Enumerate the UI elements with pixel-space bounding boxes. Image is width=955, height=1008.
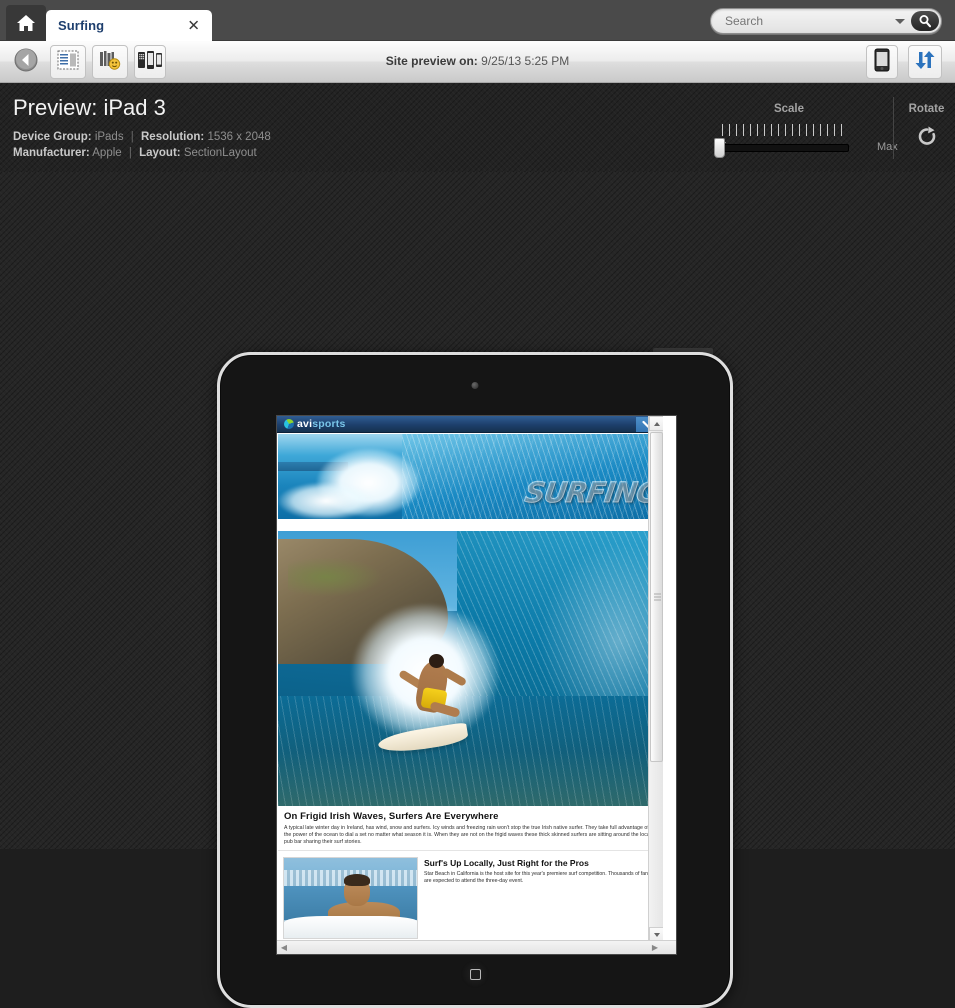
- tab-label: Surfing: [58, 18, 105, 33]
- site-logo-text: avisports: [297, 418, 346, 430]
- device-group-value: iPads: [94, 131, 124, 143]
- manufacturer-label: Manufacturer:: [13, 147, 90, 159]
- refresh-sync-button[interactable]: [908, 45, 942, 79]
- article-secondary-title[interactable]: Surf's Up Locally, Just Right for the Pr…: [424, 858, 656, 868]
- device-preview-stage: avisports SURFING On Frigid Irish Waves,…: [0, 172, 955, 1008]
- close-icon[interactable]: ✕: [187, 18, 200, 33]
- refresh-sync-icon: [913, 49, 937, 76]
- layout-value: SectionLayout: [183, 147, 257, 159]
- site-logo[interactable]: avisports: [284, 418, 346, 430]
- article-secondary-photo: [283, 857, 418, 939]
- rotate-clockwise-icon[interactable]: [898, 125, 955, 147]
- horizontal-scrollbar[interactable]: ◀ ▶: [277, 940, 676, 954]
- preview-info-panel: Preview: iPad 3 Device Group: iPads | Re…: [0, 83, 955, 172]
- device-group-label: Device Group:: [13, 131, 92, 143]
- photo-man-hair: [344, 874, 370, 886]
- resolution-label: Resolution:: [141, 131, 205, 143]
- mobile-device-button[interactable]: [866, 45, 898, 79]
- rotate-control: Rotate: [898, 83, 955, 172]
- article-primary-body: A typical late winter day in Ireland, ha…: [284, 825, 651, 845]
- article-primary-title[interactable]: On Frigid Irish Waves, Surfers Are Every…: [284, 811, 656, 822]
- scroll-right-arrow[interactable]: ▶: [648, 941, 662, 954]
- scale-slider-thumb[interactable]: [714, 138, 725, 158]
- site-header: avisports: [277, 416, 663, 433]
- site-preview-time: 9/25/13 5:25 PM: [481, 54, 570, 68]
- logo-sports: sports: [312, 418, 346, 430]
- search-input[interactable]: [725, 14, 893, 28]
- meta-separator: |: [130, 131, 134, 143]
- chevron-down-icon[interactable]: [895, 18, 905, 24]
- scale-max-label: Max: [877, 141, 898, 153]
- vertical-scrollbar-thumb[interactable]: [650, 432, 663, 762]
- scrollbar-grip: [654, 593, 661, 601]
- panel-divider: [893, 97, 894, 159]
- meta-line-1: Device Group: iPads | Resolution: 1536 x…: [13, 131, 271, 143]
- device-screen: avisports SURFING On Frigid Irish Waves,…: [276, 415, 677, 955]
- ipad-device-frame: avisports SURFING On Frigid Irish Waves,…: [217, 352, 733, 1008]
- resolution-value: 1536 x 2048: [207, 131, 271, 143]
- scale-control: Scale Min Max: [694, 83, 898, 172]
- hero-wordmark: SURFING: [522, 476, 661, 510]
- logo-avi: avi: [297, 418, 313, 430]
- site-hero-banner: SURFING: [278, 434, 662, 519]
- action-toolbar: Site preview on: 9/25/13 5:25 PM: [0, 41, 955, 83]
- scale-slider-track[interactable]: [717, 144, 849, 152]
- hero-wave-foam: [278, 474, 398, 519]
- site-viewport: avisports SURFING On Frigid Irish Waves,…: [277, 416, 663, 942]
- globe-icon: [284, 419, 294, 429]
- search-box[interactable]: [710, 8, 942, 34]
- rotate-title: Rotate: [908, 103, 945, 115]
- home-button[interactable]: [6, 5, 46, 41]
- meta-line-2: Manufacturer: Apple | Layout: SectionLay…: [13, 147, 257, 159]
- site-preview-label: Site preview on:: [385, 54, 478, 68]
- tab-surfing[interactable]: Surfing ✕: [46, 10, 212, 41]
- manufacturer-value: Apple: [92, 147, 122, 159]
- site-preview-status: Site preview on: 9/25/13 5:25 PM: [0, 54, 955, 68]
- photo-surfer-head: [429, 654, 444, 668]
- meta-separator: |: [128, 147, 132, 159]
- article-primary: On Frigid Irish Waves, Surfers Are Every…: [278, 808, 662, 846]
- mobile-device-icon: [874, 48, 890, 77]
- home-icon: [16, 14, 36, 32]
- layout-label: Layout:: [139, 147, 181, 159]
- device-home-button[interactable]: [461, 960, 489, 988]
- browser-tab-bar: Surfing ✕: [0, 0, 955, 41]
- front-camera-icon: [471, 382, 479, 389]
- vertical-scrollbar[interactable]: [648, 416, 663, 942]
- page-title: Preview: iPad 3: [13, 95, 166, 120]
- photo-board: [284, 916, 417, 938]
- scroll-up-arrow[interactable]: [649, 416, 663, 431]
- article-secondary-body: Star Beach in California is the host sit…: [424, 871, 651, 884]
- feature-photo-surfer: [278, 531, 662, 806]
- article-secondary: Surf's Up Locally, Just Right for the Pr…: [278, 850, 662, 942]
- scroll-left-arrow[interactable]: ◀: [277, 941, 291, 954]
- search-icon[interactable]: [911, 11, 939, 31]
- article-secondary-text: Surf's Up Locally, Just Right for the Pr…: [424, 858, 656, 885]
